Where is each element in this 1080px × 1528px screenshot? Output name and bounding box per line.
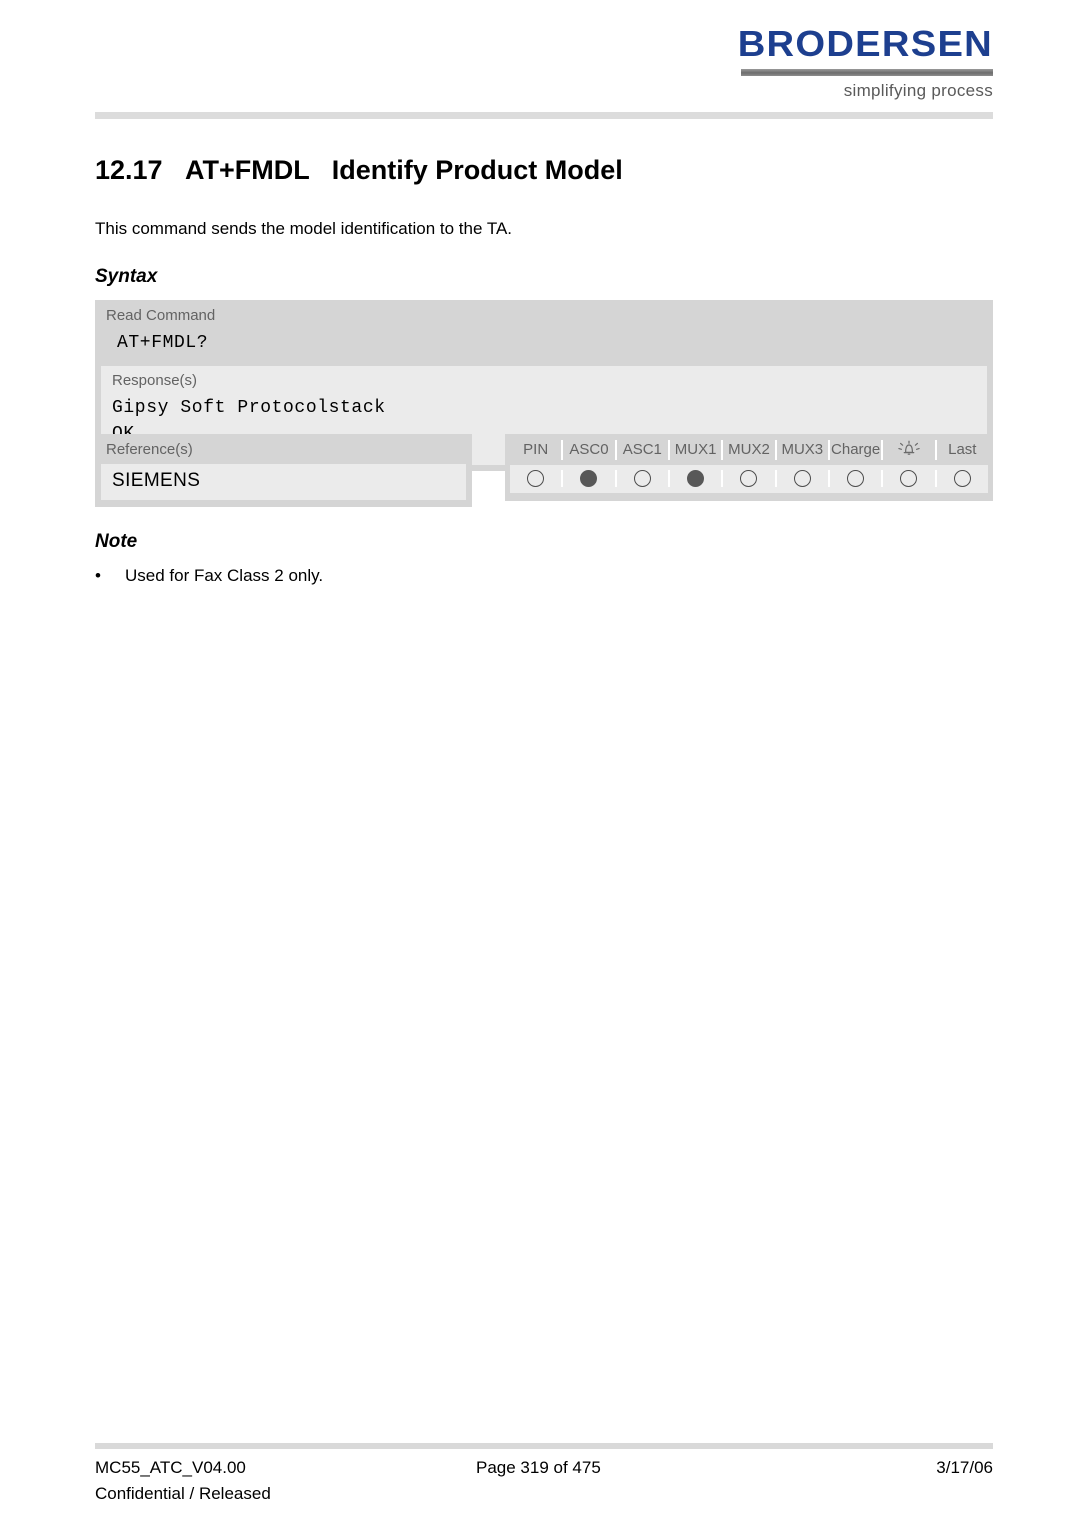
references-value: SIEMENS bbox=[112, 469, 201, 491]
logo-wordmark: BRODERSEN bbox=[737, 23, 993, 64]
feature-support-indicator bbox=[670, 469, 724, 487]
feature-support-indicator bbox=[510, 469, 564, 487]
footer-document-id: MC55_ATC_V04.00 bbox=[95, 1458, 246, 1477]
feature-support-indicator bbox=[617, 469, 670, 487]
logo-divider-bar bbox=[741, 69, 993, 76]
footer-date: 3/17/06 bbox=[936, 1458, 993, 1477]
section-title-text: Identify Product Model bbox=[331, 155, 623, 185]
footer-page-number: Page 319 of 475 bbox=[476, 1458, 601, 1477]
list-item: • Used for Fax Class 2 only. bbox=[95, 564, 695, 588]
note-list: • Used for Fax Class 2 only. bbox=[95, 564, 695, 588]
feature-support-indicator bbox=[723, 469, 777, 487]
feature-column-header: ASC1 bbox=[617, 440, 670, 460]
feature-support-indicator bbox=[883, 469, 937, 487]
filled-circle-icon bbox=[687, 469, 705, 487]
syntax-heading: Syntax bbox=[95, 266, 158, 287]
empty-circle-icon bbox=[847, 469, 865, 487]
empty-circle-icon bbox=[793, 469, 811, 487]
feature-column-header: MUX1 bbox=[670, 440, 724, 460]
read-command-value: AT+FMDL? bbox=[117, 332, 209, 353]
read-command-label: Read Command bbox=[106, 307, 216, 324]
feature-column-header: ASC0 bbox=[563, 440, 617, 460]
note-heading: Note bbox=[95, 531, 138, 552]
bullet-marker: • bbox=[95, 566, 101, 585]
footer-classification: Confidential / Released bbox=[95, 1484, 271, 1503]
empty-circle-icon bbox=[953, 469, 971, 487]
feature-column-header: PIN bbox=[510, 440, 564, 460]
filled-circle-icon bbox=[580, 469, 598, 487]
references-box: Reference(s) SIEMENS bbox=[95, 434, 472, 507]
feature-support-indicator bbox=[830, 469, 884, 487]
alarm-bell-icon bbox=[898, 440, 920, 455]
brodersen-logo: BRODERSEN simplifying process bbox=[738, 26, 993, 101]
response-line: Gipsy Soft Protocolstack bbox=[112, 397, 386, 418]
header-rule bbox=[95, 112, 993, 119]
empty-circle-icon bbox=[740, 469, 758, 487]
feature-table-header-row: PIN ASC0 ASC1 MUX1 MUX2 MUX3 Charge Last bbox=[505, 434, 993, 465]
empty-circle-icon bbox=[527, 469, 545, 487]
feature-column-header: Last bbox=[948, 441, 977, 458]
feature-column-header: MUX3 bbox=[777, 440, 830, 460]
feature-support-indicator bbox=[777, 469, 830, 487]
feature-support-table: PIN ASC0 ASC1 MUX1 MUX2 MUX3 Charge Last bbox=[505, 434, 993, 501]
empty-circle-icon bbox=[633, 469, 651, 487]
note-item-text: Used for Fax Class 2 only. bbox=[125, 566, 324, 585]
section-command: AT+FMDL bbox=[185, 155, 310, 185]
feature-column-header: MUX2 bbox=[723, 440, 777, 460]
read-command-section: Read Command AT+FMDL? bbox=[95, 300, 993, 366]
feature-support-indicator bbox=[563, 469, 617, 487]
feature-support-indicator bbox=[937, 469, 988, 487]
logo-tagline: simplifying process bbox=[843, 81, 993, 100]
document-page: BRODERSEN simplifying process 12.17 AT+FM… bbox=[0, 0, 1080, 1528]
empty-circle-icon bbox=[900, 469, 918, 487]
footer-rule bbox=[95, 1443, 993, 1449]
page-title: 12.17 AT+FMDL Identify Product Model bbox=[95, 155, 623, 186]
intro-paragraph: This command sends the model identificat… bbox=[95, 219, 513, 238]
page-footer: MC55_ATC_V04.00 Page 319 of 475 3/17/06 … bbox=[95, 1458, 993, 1504]
section-number: 12.17 bbox=[95, 155, 163, 185]
feature-table-value-row bbox=[510, 464, 988, 493]
feature-column-header: Charge bbox=[830, 440, 884, 460]
alarm-bell-icon bbox=[883, 440, 937, 460]
references-label: Reference(s) bbox=[106, 441, 193, 458]
responses-label: Response(s) bbox=[112, 371, 198, 389]
